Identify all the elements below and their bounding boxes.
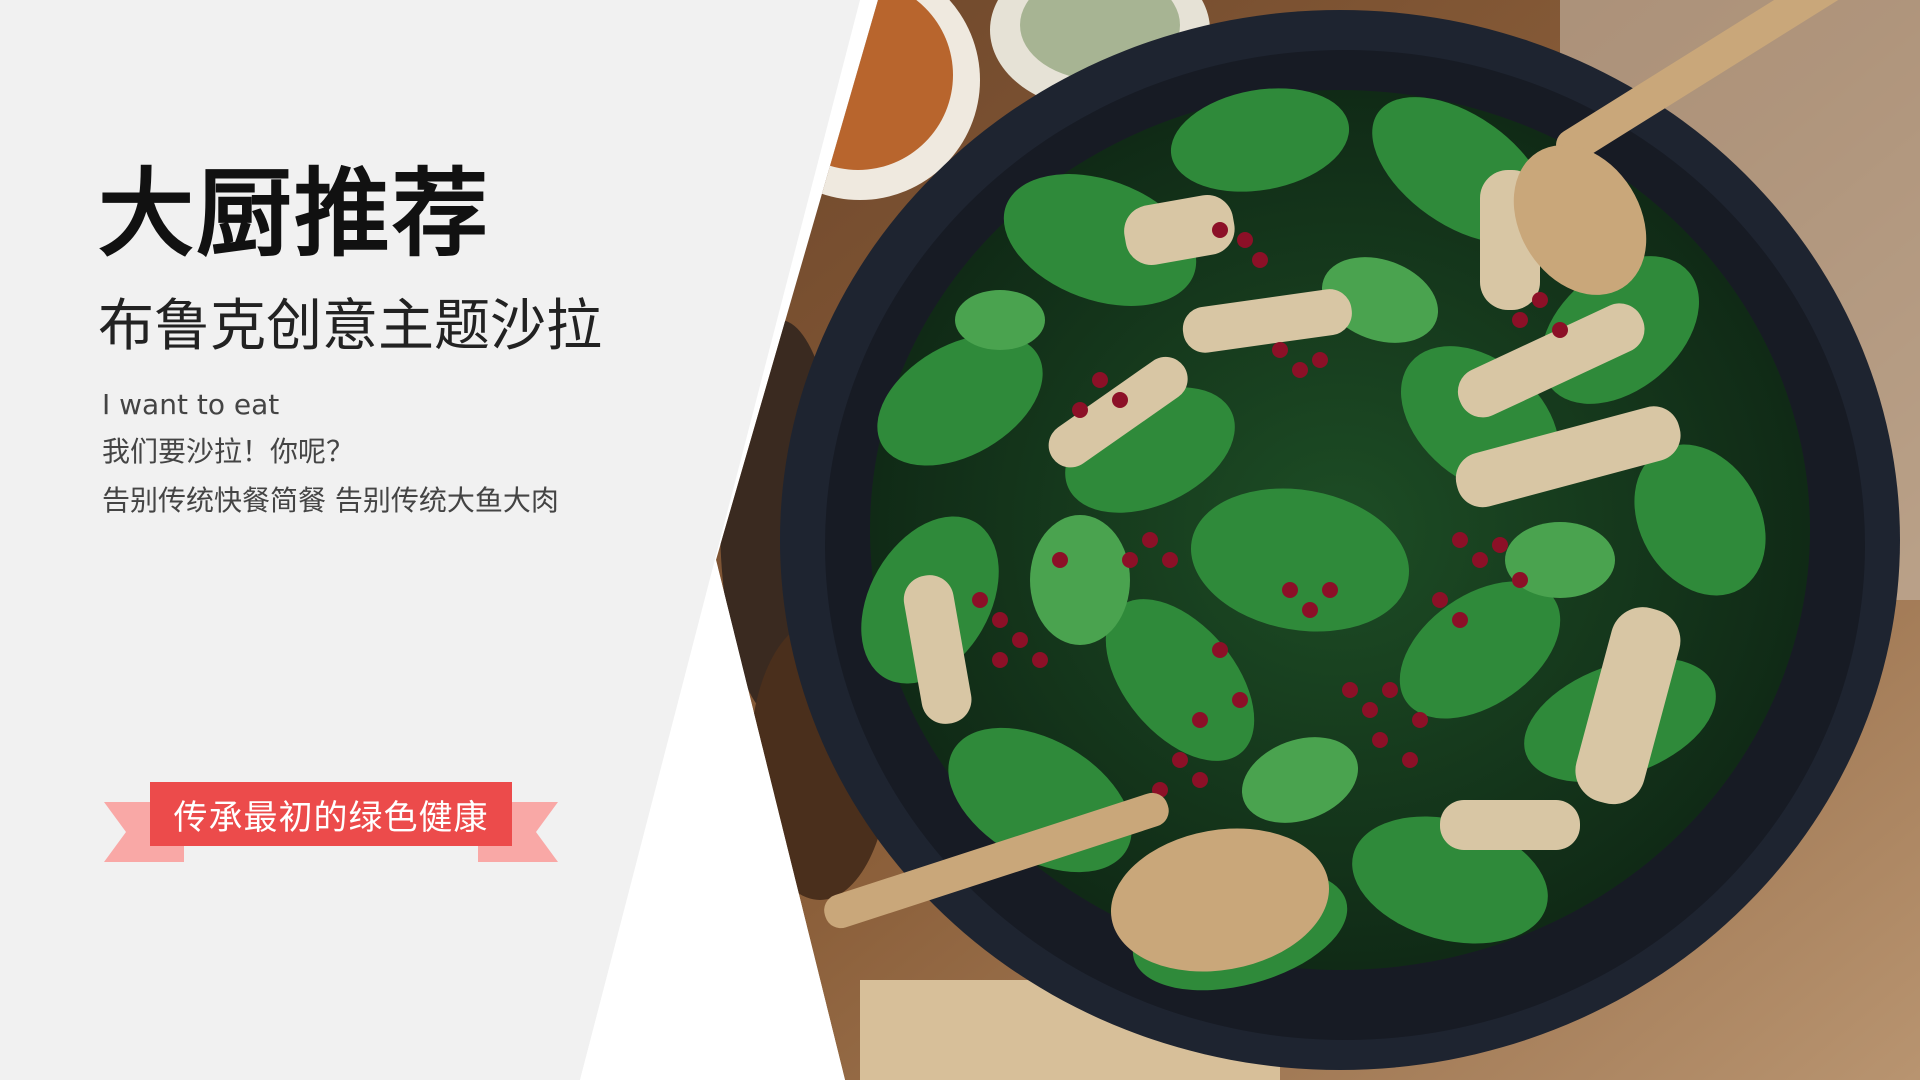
page-subtitle: 布鲁克创意主题沙拉 xyxy=(98,294,602,359)
tagline-english: I want to eat xyxy=(102,388,280,421)
ribbon-banner: 传承最初的绿色健康 xyxy=(104,782,558,864)
tagline-description: 告别传统快餐简餐 告别传统大鱼大肉 xyxy=(102,484,559,517)
slide: 大厨推荐 布鲁克创意主题沙拉 I want to eat 我们要沙拉！你呢？ 告… xyxy=(0,0,1920,1080)
page-title: 大厨推荐 xyxy=(98,158,490,270)
tagline-question: 我们要沙拉！你呢？ xyxy=(102,435,355,468)
ribbon-label: 传承最初的绿色健康 xyxy=(150,782,512,846)
